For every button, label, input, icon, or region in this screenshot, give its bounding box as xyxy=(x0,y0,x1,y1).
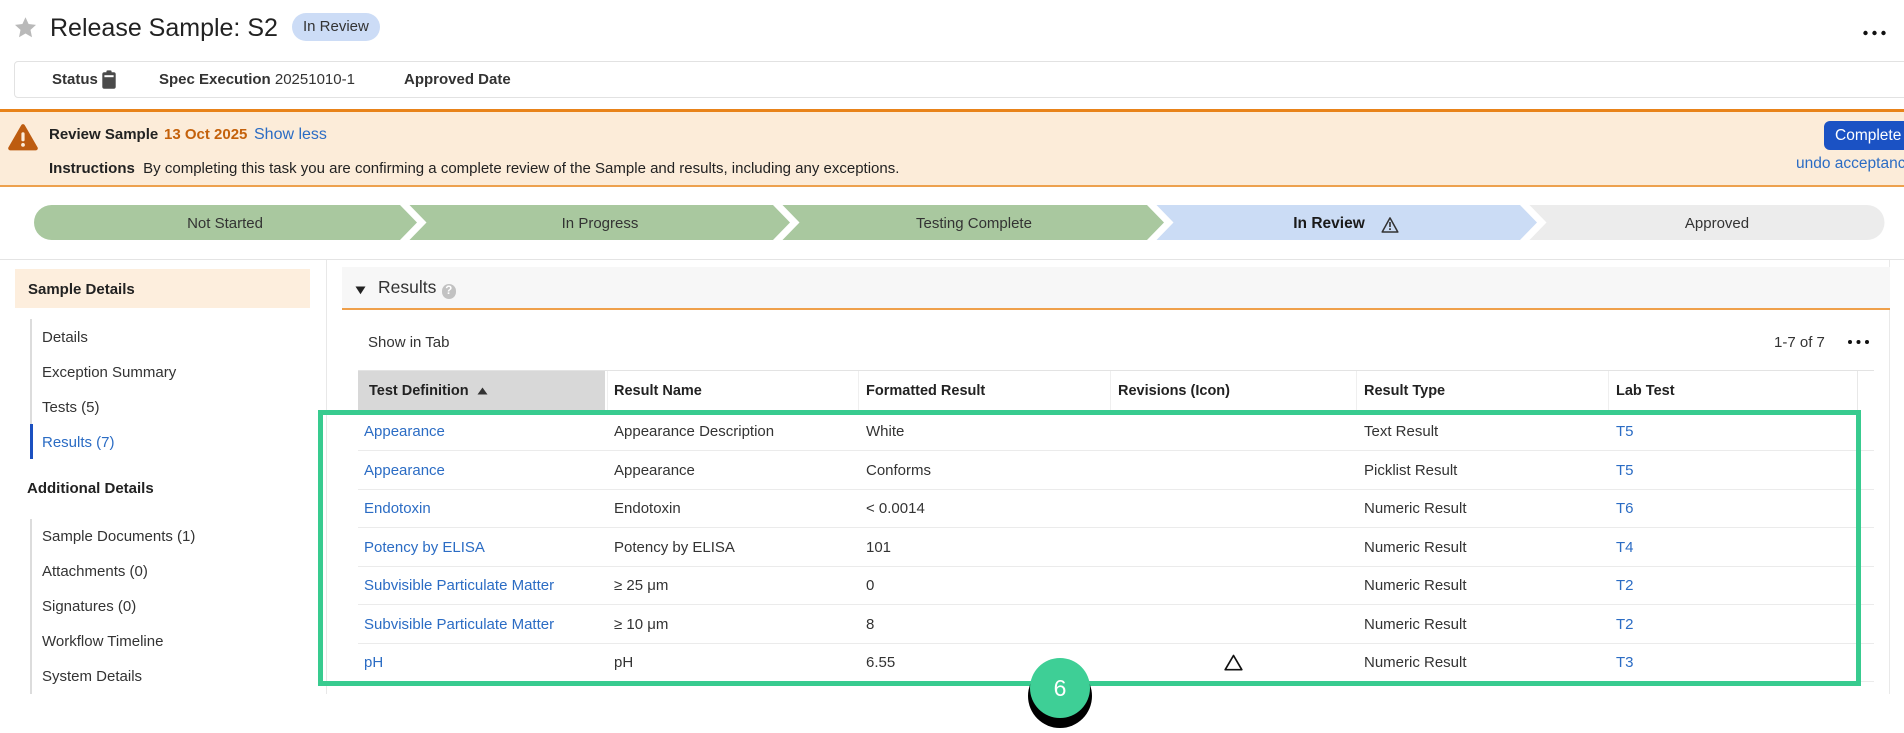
svg-text:Approved: Approved xyxy=(1685,215,1749,232)
svg-text:Not Started: Not Started xyxy=(187,215,263,232)
svg-text:Testing Complete: Testing Complete xyxy=(916,215,1032,232)
svg-text:In Review: In Review xyxy=(1293,215,1365,232)
svg-text:In Progress: In Progress xyxy=(562,215,639,232)
